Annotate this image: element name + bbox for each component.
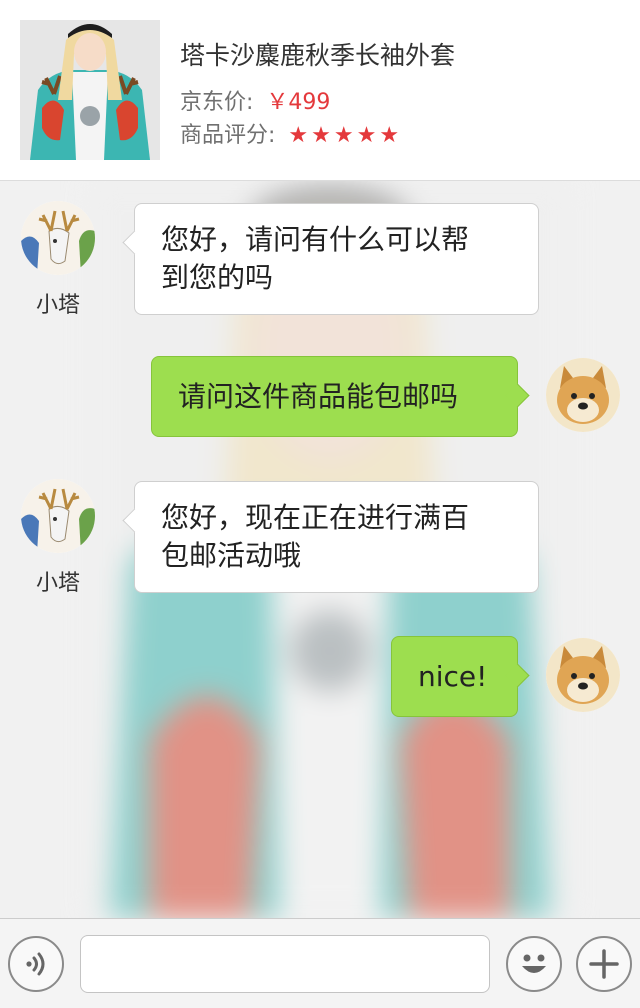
product-title[interactable]: 塔卡沙麋鹿秋季长袖外套	[180, 36, 455, 72]
message-bubble-incoming[interactable]: 您好，请问有什么可以帮 到您的吗	[134, 203, 539, 315]
product-photo-illustration	[20, 20, 160, 160]
doge-avatar-illustration	[546, 358, 620, 432]
message-text: 您好，请问有什么可以帮	[161, 223, 470, 256]
rating-row: 商品评分: ★★★★★	[180, 117, 402, 149]
message-bubble-outgoing[interactable]: 请问这件商品能包邮吗	[151, 356, 518, 437]
input-bar	[0, 918, 640, 1008]
message-input[interactable]	[80, 935, 490, 993]
message-text: 包邮活动哦	[161, 539, 302, 572]
user-avatar[interactable]	[546, 638, 620, 712]
message-text: 您好，现在正在进行满百	[161, 501, 470, 534]
emoji-button[interactable]	[506, 936, 562, 992]
voice-button[interactable]	[8, 936, 64, 992]
deer-avatar-illustration	[21, 201, 95, 275]
product-card[interactable]: 塔卡沙麋鹿秋季长袖外套 京东价: ￥499 商品评分: ★★★★★	[0, 0, 640, 181]
more-button[interactable]	[576, 936, 632, 992]
voice-icon	[26, 952, 45, 976]
message-text: 请问这件商品能包邮吗	[178, 379, 459, 413]
agent-name: 小塔	[35, 571, 80, 596]
price-value: ￥499	[266, 90, 331, 115]
rating-stars: ★★★★★	[288, 123, 403, 148]
price-label: 京东价:	[180, 90, 254, 115]
rating-label: 商品评分:	[180, 123, 276, 148]
user-avatar[interactable]	[546, 358, 620, 432]
plus-icon	[589, 949, 619, 979]
chat-area[interactable]: 小塔 您好，请问有什么可以帮 到您的吗 请问这件商品能包邮吗 小塔 您好，现在正…	[0, 181, 640, 918]
message-bubble-incoming[interactable]: 您好，现在正在进行满百 包邮活动哦	[134, 481, 539, 593]
message-text: nice!	[418, 659, 488, 693]
message-text: 到您的吗	[161, 261, 274, 294]
price-row: 京东价: ￥499	[180, 84, 330, 116]
agent-avatar[interactable]	[21, 201, 95, 275]
deer-avatar-illustration	[21, 479, 95, 553]
emoji-icon	[522, 954, 546, 973]
doge-avatar-illustration	[546, 638, 620, 712]
product-image[interactable]	[20, 20, 160, 160]
agent-avatar[interactable]	[21, 479, 95, 553]
agent-name: 小塔	[35, 293, 80, 318]
message-bubble-outgoing[interactable]: nice!	[391, 636, 518, 717]
